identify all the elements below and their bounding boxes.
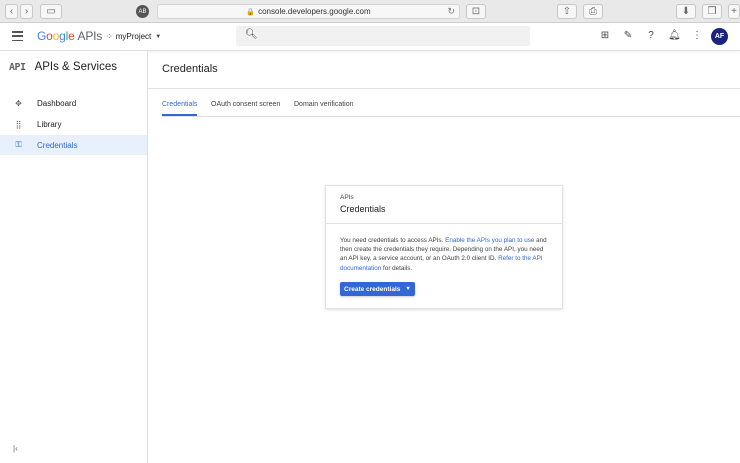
sidebar-header: API APIs & Services xyxy=(9,61,117,73)
divider xyxy=(148,88,740,89)
tabs-icon[interactable]: ❐ xyxy=(702,4,722,19)
sidebar-item-credentials[interactable]: ⚿ Credentials xyxy=(0,135,147,155)
tab-oauth-consent-screen[interactable]: OAuth consent screen xyxy=(211,101,280,116)
main-content: Credentials Credentials OAuth consent sc… xyxy=(148,51,740,463)
project-selector[interactable]: ⁘ myProject ▼ xyxy=(106,32,161,41)
sidebar-title: APIs & Services xyxy=(34,61,118,73)
app-header: Google APIs ⁘ myProject ▼ 🔍︎ ⊞ ✎ ? 🔔︎ ⋮ A… xyxy=(0,23,740,51)
url-text: console.developers.google.com xyxy=(258,7,371,16)
download-icon[interactable]: ⬇ xyxy=(676,4,696,19)
tab-domain-verification[interactable]: Domain verification xyxy=(294,101,354,116)
collapse-sidebar-icon[interactable]: |‹ xyxy=(13,444,18,453)
sidebar: API APIs & Services ✥ Dashboard ⣿ Librar… xyxy=(0,51,148,463)
tab-bar: Credentials OAuth consent screen Domain … xyxy=(162,101,740,117)
forward-icon[interactable]: › xyxy=(20,4,33,19)
print-icon[interactable]: ⎙ xyxy=(583,4,603,19)
project-name: myProject xyxy=(115,32,152,41)
notifications-icon[interactable]: 🔔︎ xyxy=(668,30,681,41)
reload-icon[interactable]: ↻ xyxy=(447,6,455,17)
chevron-down-icon: ▼ xyxy=(155,33,162,40)
sidebar-item-library[interactable]: ⣿ Library xyxy=(0,114,147,134)
sidebar-item-label: Library xyxy=(37,119,62,129)
share-icon[interactable]: ⇧ xyxy=(557,4,577,19)
screenshot-icon[interactable]: ⊡ xyxy=(466,4,486,19)
sidebar-toggle-icon[interactable]: ▭ xyxy=(40,4,62,19)
feedback-icon[interactable]: ✎ xyxy=(622,30,634,41)
google-apis-logo[interactable]: Google APIs xyxy=(37,29,102,43)
key-icon: ⚿ xyxy=(15,140,22,149)
search-icon: 🔍︎ xyxy=(245,29,258,40)
create-credentials-button[interactable]: Create credentials ▼ xyxy=(340,282,415,296)
tab-credentials[interactable]: Credentials xyxy=(162,101,198,116)
menu-icon[interactable] xyxy=(12,31,23,41)
lock-icon: 🔒 xyxy=(246,8,256,16)
search-input[interactable]: 🔍︎ xyxy=(236,26,530,46)
sidebar-item-label: Credentials xyxy=(37,140,78,150)
gift-icon[interactable]: ⊞ xyxy=(599,30,611,41)
chevron-down-icon: ▼ xyxy=(405,286,411,292)
avatar[interactable]: AF xyxy=(711,28,728,45)
new-tab-icon[interactable]: + xyxy=(728,4,740,19)
sidebar-item-label: Dashboard xyxy=(37,98,77,108)
page-title: Credentials xyxy=(162,63,218,75)
back-icon[interactable]: ‹ xyxy=(5,4,18,19)
enable-apis-link[interactable]: Enable the APIs you plan to use xyxy=(445,237,534,244)
card-description: You need credentials to access APIs. Ena… xyxy=(340,237,547,272)
help-icon[interactable]: ? xyxy=(645,30,657,41)
project-icon: ⁘ xyxy=(106,32,113,41)
more-options-icon[interactable]: ⋮ xyxy=(691,30,703,41)
card-kicker: APIs xyxy=(340,194,354,201)
extension-icon[interactable]: AB xyxy=(136,5,149,18)
library-icon: ⣿ xyxy=(15,119,22,129)
dashboard-icon: ✥ xyxy=(15,98,22,108)
browser-toolbar: ‹ › ▭ AB 🔒 console.developers.google.com… xyxy=(0,0,740,23)
api-logo-icon: API xyxy=(9,61,26,73)
divider xyxy=(326,223,562,224)
card-title: Credentials xyxy=(340,204,386,214)
credentials-card: APIs Credentials You need credentials to… xyxy=(325,185,563,309)
sidebar-item-dashboard[interactable]: ✥ Dashboard xyxy=(0,93,147,113)
address-bar[interactable]: 🔒 console.developers.google.com ↻ xyxy=(157,4,460,19)
